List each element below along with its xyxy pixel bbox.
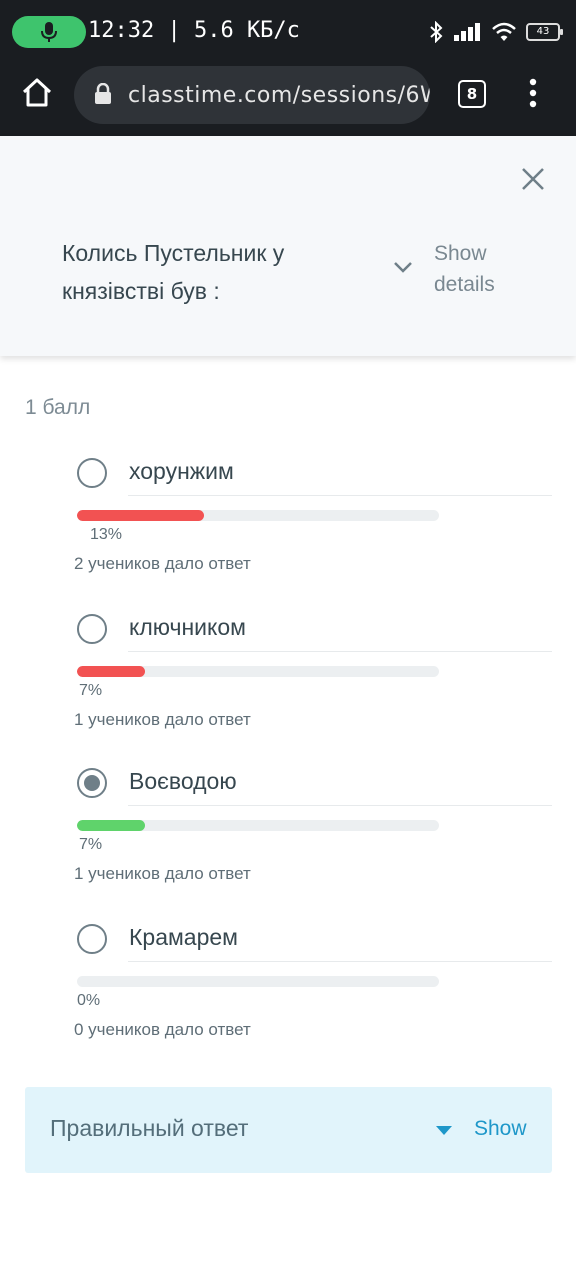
show-details-button[interactable]: Show details [434,238,524,300]
status-bar: 12:32 | 5.6 КБ/с 43 [0,0,576,64]
answer-option: хорунжим 13% 2 учеников дало ответ [0,458,576,598]
progress-fill [77,666,145,677]
option-count: 2 учеников дало ответ [74,554,251,573]
option-radio[interactable] [77,924,107,954]
correct-answer-panel[interactable]: Правильный ответ Show [25,1087,552,1173]
divider [128,495,552,496]
show-answer-button[interactable]: Show [474,1117,527,1141]
option-count: 1 учеников дало ответ [74,864,251,883]
progress-fill [77,820,145,831]
mic-indicator [12,16,86,48]
home-icon[interactable] [20,76,54,110]
points-label: 1 балл [25,396,91,419]
option-percent: 13% [90,526,123,543]
address-bar[interactable]: classtime.com/sessions/6W28 [74,66,430,124]
option-percent: 0% [77,992,101,1009]
divider [128,651,552,652]
bluetooth-icon [430,21,443,43]
correct-answer-title: Правильный ответ [50,1115,249,1141]
answer-option: Крамарем 0% 0 учеников дало ответ [0,924,576,1064]
option-percent: 7% [79,836,103,853]
chevron-down-icon[interactable] [392,260,414,274]
tab-switcher-button[interactable]: 8 [458,80,486,108]
close-icon[interactable] [518,164,548,194]
battery-icon: 43 [526,23,563,41]
browser-toolbar: classtime.com/sessions/6W28 8 [0,64,576,136]
more-menu-icon[interactable] [528,78,538,108]
status-time-speed: 12:32 | 5.6 КБ/с [88,18,300,43]
option-label: Крамарем [129,924,238,950]
signal-icon [454,23,480,41]
progress-track [77,510,439,521]
progress-track [77,820,439,831]
question-text: Колись Пустельник у князівстві був : [62,240,285,304]
progress-track [77,976,439,987]
answer-option: ключником 7% 1 учеников дало ответ [0,614,576,754]
option-label: Воєводою [129,768,237,794]
option-radio[interactable] [77,614,107,644]
option-count: 0 учеников дало ответ [74,1020,251,1039]
divider [128,805,552,806]
tab-count: 8 [466,85,478,103]
option-radio[interactable] [77,458,107,488]
option-label: хорунжим [129,458,234,484]
wifi-icon [492,22,516,41]
divider [128,961,552,962]
url-text: classtime.com/sessions/6W28 [128,83,430,108]
progress-fill [77,510,204,521]
caret-down-icon[interactable] [436,1126,452,1136]
lock-icon [95,83,111,104]
progress-track [77,666,439,677]
option-radio[interactable] [77,768,107,798]
option-label: ключником [129,614,246,640]
option-percent: 7% [79,682,103,699]
option-count: 1 учеников дало ответ [74,710,251,729]
microphone-icon [41,22,57,42]
answer-option: Воєводою 7% 1 учеников дало ответ [0,768,576,908]
status-icons: 43 [428,18,563,46]
battery-level: 43 [536,26,550,37]
question-panel: Колись Пустельник у князівстві був : Sho… [0,136,576,356]
